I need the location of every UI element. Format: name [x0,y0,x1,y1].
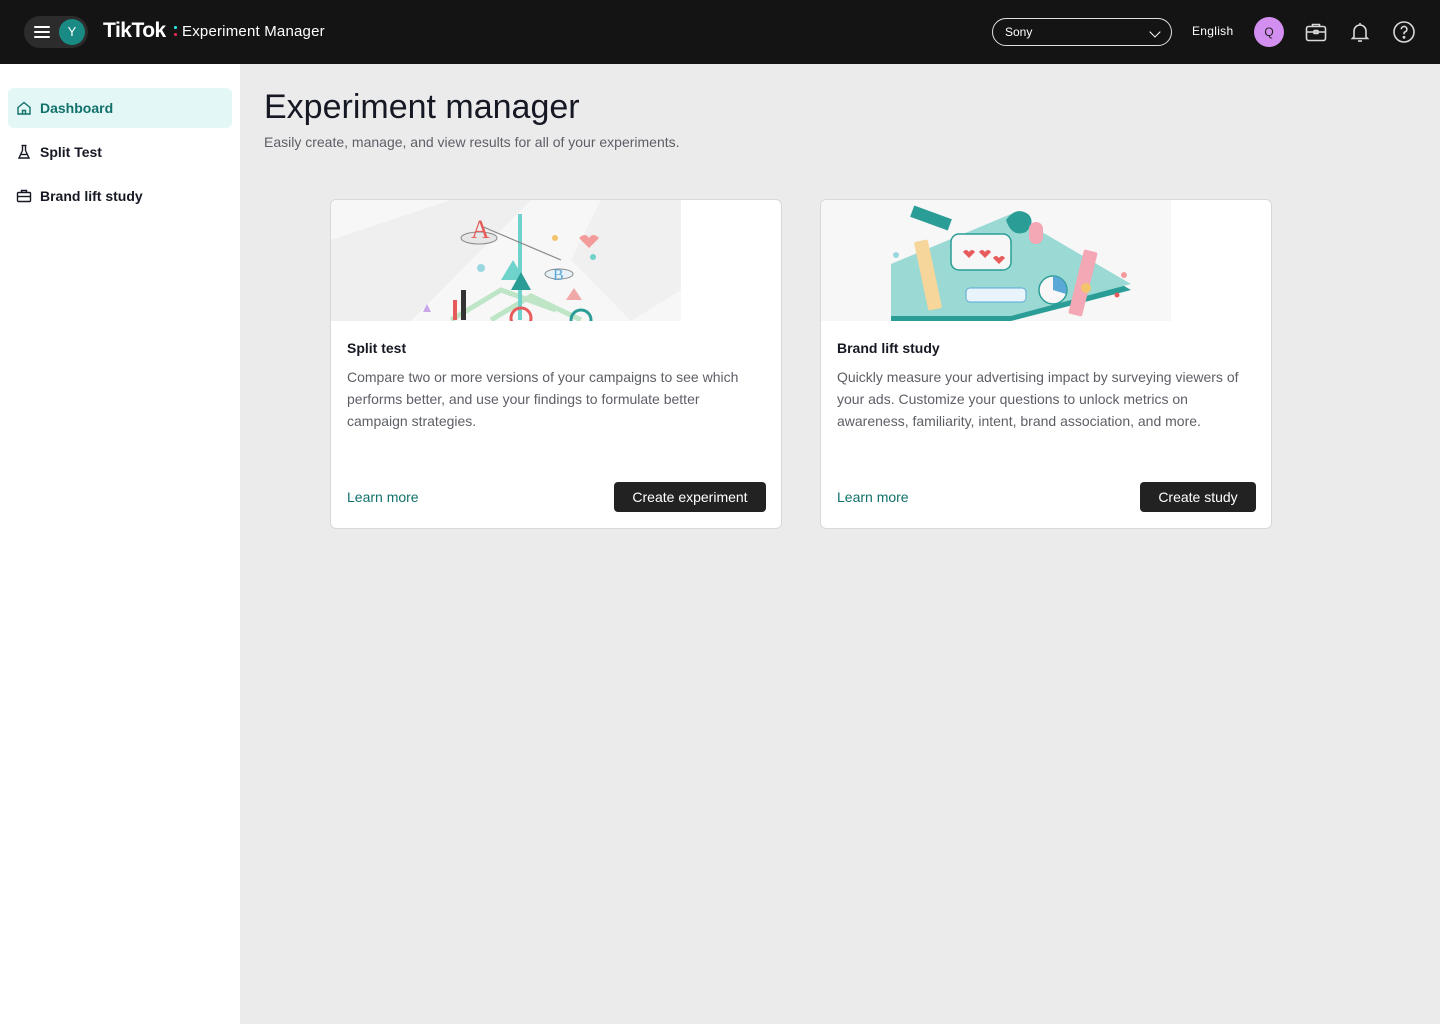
sidebar-item-label: Dashboard [40,100,114,116]
brand-lift-illustration-graphic [821,200,1171,321]
split-test-illustration-graphic: A B [331,200,681,321]
svg-text:B: B [553,267,564,284]
card-description: Compare two or more versions of your cam… [347,369,739,429]
menu-toggle[interactable]: Y [24,16,88,48]
page-title: Experiment manager [264,88,580,126]
split-test-illustration: A B [331,200,681,321]
sidebar-item-split-test[interactable]: Split Test [8,132,232,172]
brand-lift-illustration [821,200,1171,321]
account-select-value: Sony [1005,25,1033,39]
product-name: Experiment Manager [182,23,325,40]
briefcase-icon[interactable] [1304,20,1328,44]
sidebar-item-dashboard[interactable]: Dashboard [8,88,232,128]
sidebar-item-label: Brand lift study [40,188,143,204]
flask-icon [17,144,31,159]
create-experiment-button[interactable]: Create experiment [614,482,766,512]
card-title: Brand lift study [837,340,940,356]
sidebar-item-label: Split Test [40,144,102,160]
menu-icon[interactable] [34,24,50,40]
sidebar: Dashboard Split Test Brand lift study [0,64,240,1024]
briefcase-icon [16,189,32,203]
bell-icon[interactable] [1348,20,1372,44]
learn-more-link[interactable]: Learn more [347,489,419,505]
card-title: Split test [347,340,407,356]
home-icon [17,101,31,115]
learn-more-link[interactable]: Learn more [837,489,909,505]
card-description: Quickly measure your advertising impact … [837,369,1239,429]
workspace-avatar[interactable]: Y [59,19,85,45]
logo-dots [174,26,177,38]
language-switcher[interactable]: English [1192,24,1233,38]
chevron-down-icon [1149,26,1161,38]
tiktok-logo[interactable]: TikTok [103,19,166,43]
sidebar-item-brand-lift-study[interactable]: Brand lift study [8,176,232,216]
svg-text:A: A [471,215,490,244]
user-avatar[interactable]: Q [1254,17,1284,47]
create-study-button[interactable]: Create study [1140,482,1256,512]
account-select[interactable]: Sony [992,18,1172,46]
brand-lift-study-card: Brand lift study Quickly measure your ad… [820,199,1272,529]
top-navigation-bar: Y TikTok Experiment Manager Sony English… [0,0,1440,64]
help-icon[interactable] [1392,20,1416,44]
page-subtitle: Easily create, manage, and view results … [264,134,680,150]
split-test-card: A B Split test Compare two or more versi… [330,199,782,529]
